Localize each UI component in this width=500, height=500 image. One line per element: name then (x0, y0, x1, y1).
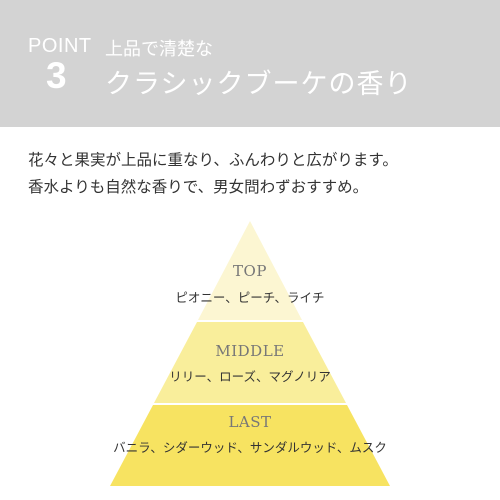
tier-notes-last: バニラ、シダーウッド、サンダルウッド、ムスク (113, 440, 387, 455)
tier-notes-top: ピオニー、ピーチ、ライチ (175, 290, 325, 305)
tier-notes-middle: リリー、ローズ、マグノリア (169, 369, 331, 384)
pyramid-tier-middle (154, 322, 346, 403)
tier-name-middle: MIDDLE (215, 342, 285, 360)
tier-name-last: LAST (228, 413, 272, 431)
tier-name-top: TOP (233, 262, 267, 280)
